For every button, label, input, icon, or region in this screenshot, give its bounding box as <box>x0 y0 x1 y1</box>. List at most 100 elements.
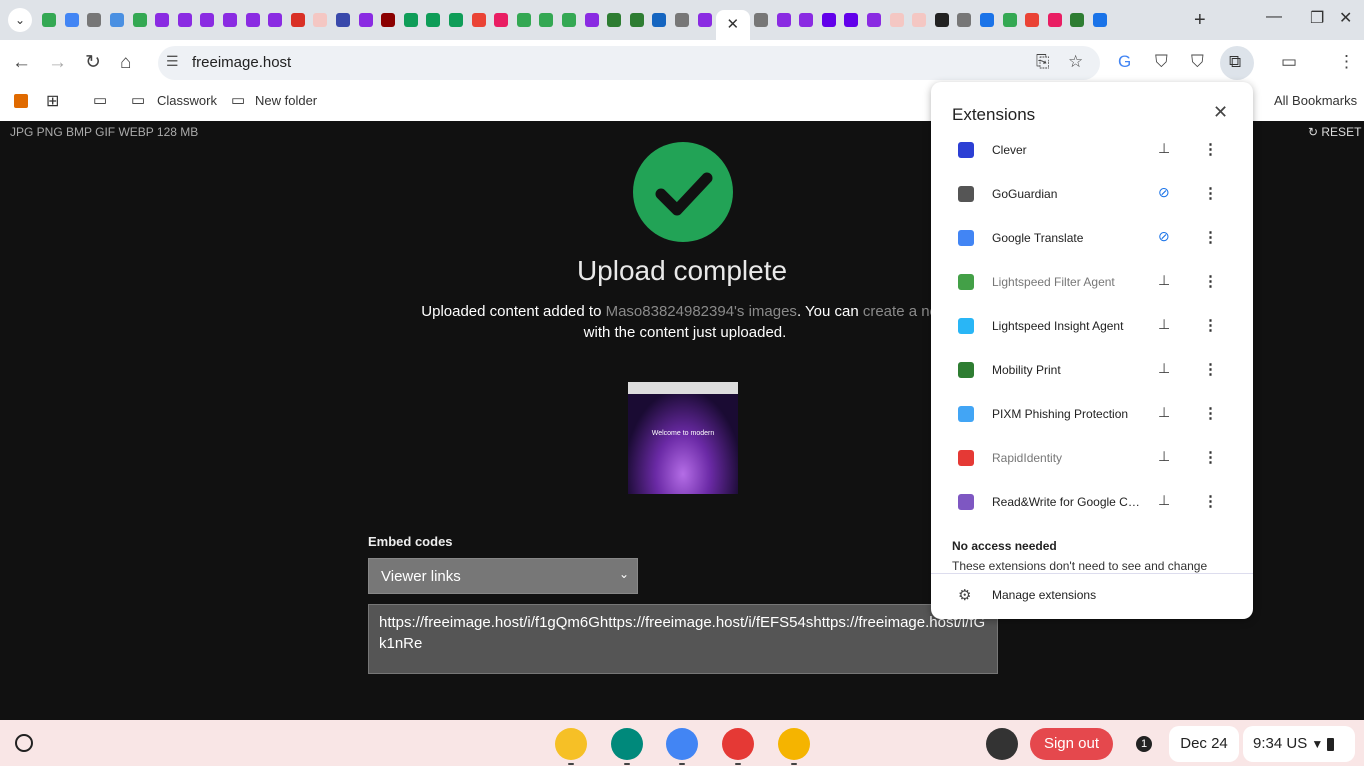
active-tab[interactable]: ✕ <box>715 10 750 40</box>
goguardian-icon[interactable]: ⛉ <box>1155 52 1168 72</box>
tab[interactable] <box>445 10 468 30</box>
tab[interactable] <box>400 10 423 30</box>
tab[interactable] <box>354 10 377 30</box>
more-options-icon[interactable]: ⋮ <box>1203 448 1218 466</box>
shield-icon[interactable]: ⛉ <box>1191 52 1204 72</box>
tab[interactable] <box>377 10 400 30</box>
extension-row[interactable]: Clever ⊥ ⋮ <box>931 128 1253 172</box>
tab[interactable] <box>795 10 818 30</box>
tab[interactable] <box>422 10 445 30</box>
date-pill[interactable]: Dec 24 <box>1169 726 1239 762</box>
tab[interactable] <box>671 10 694 30</box>
embed-type-select[interactable]: Viewer links ⌄ <box>368 558 638 594</box>
install-app-icon[interactable]: ⎘ <box>1036 52 1050 72</box>
reset-button[interactable]: ↻ RESET <box>1308 125 1361 139</box>
tab[interactable] <box>998 10 1021 30</box>
pin-icon[interactable]: ⊥ <box>1158 404 1170 421</box>
maximize-icon[interactable]: ❐ <box>1310 8 1324 28</box>
tab[interactable] <box>840 10 863 30</box>
embed-code-textarea[interactable]: https://freeimage.host/i/f1gQm6Ghttps://… <box>368 604 998 674</box>
extension-row[interactable]: RapidIdentity ⊥ ⋮ <box>931 436 1253 480</box>
shelf-app-icon[interactable] <box>555 728 587 760</box>
pin-icon[interactable]: ⊥ <box>1158 492 1170 509</box>
tab[interactable] <box>603 10 626 30</box>
tab[interactable] <box>580 10 603 30</box>
user-images-link[interactable]: Maso83824982394's images <box>606 303 797 320</box>
tab[interactable] <box>83 10 106 30</box>
more-options-icon[interactable]: ⋮ <box>1203 360 1218 378</box>
forward-button[interactable]: → <box>48 52 67 74</box>
minimize-icon[interactable]: — <box>1266 8 1282 26</box>
pin-icon[interactable]: ⊥ <box>1158 360 1170 377</box>
tab[interactable] <box>953 10 976 30</box>
more-options-icon[interactable]: ⋮ <box>1203 140 1218 158</box>
uploaded-image-thumbnail[interactable]: Welcome to modern <box>628 382 738 494</box>
shelf-app-icon[interactable] <box>666 728 698 760</box>
tab[interactable] <box>818 10 841 30</box>
extension-row[interactable]: Read&Write for Google Chr... ⊥ ⋮ <box>931 480 1253 524</box>
tab[interactable] <box>648 10 671 30</box>
more-options-icon[interactable]: ⋮ <box>1203 404 1218 422</box>
site-info-icon[interactable]: ☰ <box>166 53 179 70</box>
tab[interactable] <box>264 10 287 30</box>
shelf-app-icon[interactable] <box>611 728 643 760</box>
pin-icon[interactable]: ⊥ <box>1158 316 1170 333</box>
tab[interactable] <box>976 10 999 30</box>
launcher-button[interactable] <box>15 734 33 752</box>
tab[interactable] <box>908 10 931 30</box>
close-icon[interactable]: ✕ <box>1213 102 1228 123</box>
address-bar[interactable]: ☰ freeimage.host ⎘ ☆ <box>158 46 1100 80</box>
tab-close-icon[interactable]: ✕ <box>727 10 740 40</box>
tab[interactable] <box>772 10 795 30</box>
more-options-icon[interactable]: ⋮ <box>1203 272 1218 290</box>
extensions-button[interactable]: ⧉ <box>1220 46 1254 80</box>
tab[interactable] <box>750 10 773 30</box>
new-tab-button[interactable]: + <box>1194 9 1206 32</box>
extension-row[interactable]: GoGuardian ⊘ ⋮ <box>931 172 1253 216</box>
extension-row[interactable]: Mobility Print ⊥ ⋮ <box>931 348 1253 392</box>
more-options-icon[interactable]: ⋮ <box>1203 228 1218 246</box>
tab[interactable] <box>558 10 581 30</box>
unpin-icon[interactable]: ⊘ <box>1158 184 1170 201</box>
pin-icon[interactable]: ⊥ <box>1158 448 1170 465</box>
tab[interactable] <box>693 10 716 30</box>
back-button[interactable]: ← <box>12 52 31 74</box>
tab[interactable] <box>128 10 151 30</box>
tab[interactable] <box>61 10 84 30</box>
extension-row[interactable]: Lightspeed Insight Agent ⊥ ⋮ <box>931 304 1253 348</box>
bookmark-favicon-icon[interactable] <box>14 94 28 108</box>
tab[interactable] <box>196 10 219 30</box>
pin-icon[interactable]: ⊥ <box>1158 272 1170 289</box>
tab[interactable] <box>1089 10 1112 30</box>
unpin-icon[interactable]: ⊘ <box>1158 228 1170 245</box>
all-bookmarks[interactable]: All Bookmarks <box>1274 93 1357 108</box>
more-options-icon[interactable]: ⋮ <box>1203 316 1218 334</box>
tab[interactable] <box>287 10 310 30</box>
more-options-icon[interactable]: ⋮ <box>1203 184 1218 202</box>
bookmark-classwork[interactable]: Classwork <box>157 93 217 108</box>
home-button[interactable]: ⌂ <box>120 52 131 74</box>
tab[interactable] <box>332 10 355 30</box>
google-translate-icon[interactable]: G <box>1118 52 1131 72</box>
more-options-icon[interactable]: ⋮ <box>1203 492 1218 510</box>
folder-icon[interactable]: ▭ <box>93 91 107 109</box>
tab[interactable] <box>885 10 908 30</box>
tab[interactable] <box>931 10 954 30</box>
sign-out-button[interactable]: Sign out <box>1030 728 1113 760</box>
extension-row[interactable]: PIXM Phishing Protection ⊥ ⋮ <box>931 392 1253 436</box>
tab[interactable] <box>1066 10 1089 30</box>
shelf-app-icon[interactable] <box>778 728 810 760</box>
bookmark-star-icon[interactable]: ☆ <box>1068 52 1083 72</box>
tab[interactable] <box>151 10 174 30</box>
bookmark-new-folder[interactable]: New folder <box>255 93 317 108</box>
tab[interactable] <box>625 10 648 30</box>
apps-grid-icon[interactable]: ⊞ <box>46 91 59 111</box>
tab[interactable] <box>174 10 197 30</box>
pin-icon[interactable]: ⊥ <box>1158 140 1170 157</box>
cast-icon[interactable]: ▭ <box>1281 52 1297 72</box>
menu-icon[interactable]: ⋮ <box>1338 52 1355 72</box>
notification-badge[interactable]: 1 <box>1136 736 1152 752</box>
reload-button[interactable]: ↻ <box>85 52 101 74</box>
extension-row[interactable]: Google Translate ⊘ ⋮ <box>931 216 1253 260</box>
close-window-icon[interactable]: ✕ <box>1339 8 1352 28</box>
